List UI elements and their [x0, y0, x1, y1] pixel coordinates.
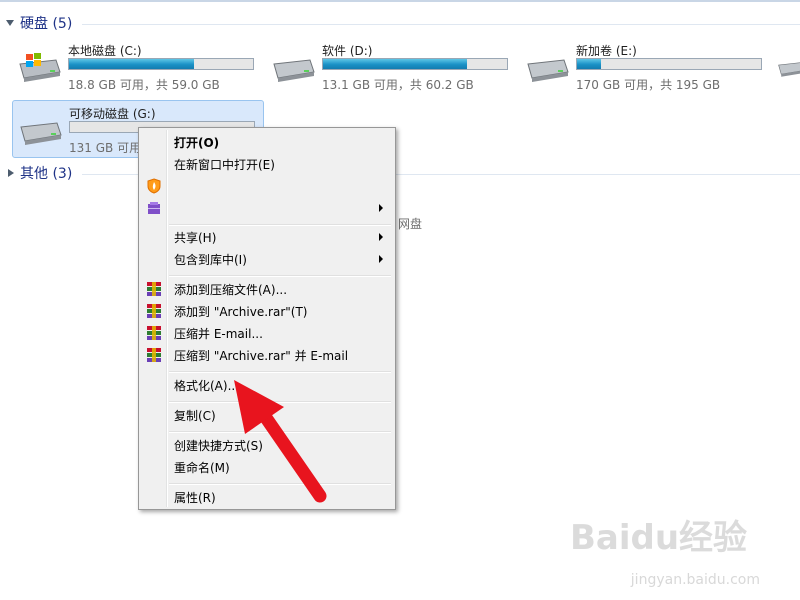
menu-separator [169, 275, 391, 277]
drive-free-space: 18.8 GB 可用，共 59.0 GB [68, 78, 220, 92]
group-divider [82, 24, 800, 25]
group-title: 其他 (3) [20, 166, 73, 182]
menu-item-format[interactable]: 格式化(A)... [141, 374, 393, 396]
windows-drive-icon [19, 53, 61, 82]
menu-item-label: 复制(C) [174, 409, 216, 423]
menu-item-add-archive[interactable]: 添加到压缩文件(A)... [141, 278, 393, 300]
menu-item-open-new-window[interactable]: 在新窗口中打开(E) [141, 153, 393, 175]
shield-flame-icon [147, 178, 161, 194]
menu-item-create-shortcut[interactable]: 创建快捷方式(S) [141, 434, 393, 456]
drive-usage-fill [69, 59, 195, 69]
drive-name: 本地磁盘 (C:) [68, 44, 142, 58]
menu-item-properties[interactable]: 属性(R) [141, 486, 393, 508]
drive-usage-fill [323, 59, 467, 69]
drive-usage-bar [68, 58, 254, 70]
group-header-disks[interactable]: 硬盘 (5) [6, 14, 72, 32]
drive-free-space: 131 GB 可用 [69, 141, 142, 155]
menu-item-compress-email[interactable]: 压缩并 E-mail... [141, 322, 393, 344]
menu-item-label: 添加到 "Archive.rar"(T) [174, 305, 308, 319]
menu-item-label: 添加到压缩文件(A)... [174, 283, 288, 297]
hard-drive-icon [273, 59, 315, 82]
menu-item-label: 打开(O) [174, 136, 220, 150]
menu-item-label: 属性(R) [174, 491, 216, 505]
menu-item-label: 共享(H) [174, 231, 217, 245]
winrar-icon [147, 282, 161, 296]
group-title: 硬盘 (5) [20, 16, 73, 32]
menu-item-label: 在新窗口中打开(E) [174, 158, 275, 172]
menu-item-rename[interactable]: 重命名(M) [141, 456, 393, 478]
winrar-purple-icon [148, 202, 160, 214]
drive-free-space: 13.1 GB 可用，共 60.2 GB [322, 78, 474, 92]
submenu-arrow-icon [379, 204, 383, 212]
baidu-watermark: Baidu经验 jingyan.baidu.com [570, 510, 770, 590]
drive-name: 软件 (D:) [322, 44, 373, 58]
context-menu: 打开(O) 在新窗口中打开(E) 共享(H) 包含到库中(I) 添加到压缩文件(… [138, 127, 396, 510]
drive-usage-bar [576, 58, 762, 70]
group-header-other[interactable]: 其他 (3) [6, 164, 72, 182]
menu-item-submenu-blank[interactable] [141, 197, 393, 219]
menu-item-open[interactable]: 打开(O) [141, 131, 393, 153]
drive-c[interactable]: 本地磁盘 (C:) 18.8 GB 可用，共 59.0 GB [12, 38, 262, 94]
hard-drive-icon [527, 59, 569, 82]
drive-name: 新加卷 (E:) [576, 44, 637, 58]
menu-item-copy[interactable]: 复制(C) [141, 404, 393, 426]
menu-separator [169, 431, 391, 433]
menu-separator [169, 401, 391, 403]
menu-item-label: 包含到库中(I) [174, 253, 247, 267]
menu-item-share[interactable]: 共享(H) [141, 226, 393, 248]
menu-item-add-archive-rar[interactable]: 添加到 "Archive.rar"(T) [141, 300, 393, 322]
expand-arrow-icon[interactable] [6, 20, 14, 26]
menu-item-compress-rar-email[interactable]: 压缩到 "Archive.rar" 并 E-mail [141, 344, 393, 366]
drive-name: 可移动磁盘 (G:) [69, 107, 156, 121]
winrar-icon [147, 304, 161, 318]
menu-item-label: 格式化(A)... [174, 379, 240, 393]
network-drive-label[interactable]: 网盘 [398, 215, 422, 232]
menu-item-label: 重命名(M) [174, 461, 230, 475]
menu-item-label: 创建快捷方式(S) [174, 439, 263, 453]
watermark-url: jingyan.baidu.com [630, 572, 760, 588]
watermark-logo: Baidu经验 [570, 518, 748, 558]
drive-d[interactable]: 软件 (D:) 13.1 GB 可用，共 60.2 GB [266, 38, 516, 94]
winrar-icon [147, 326, 161, 340]
menu-item-label: 压缩到 "Archive.rar" 并 E-mail [174, 349, 349, 363]
drive-usage-fill [577, 59, 601, 69]
submenu-arrow-icon [379, 255, 383, 263]
drive-e[interactable]: 新加卷 (E:) 170 GB 可用，共 195 GB [520, 38, 770, 94]
drive-usage-bar [322, 58, 508, 70]
submenu-arrow-icon [379, 233, 383, 241]
menu-separator [169, 483, 391, 485]
collapse-arrow-icon[interactable] [8, 169, 14, 177]
menu-item-include-library[interactable]: 包含到库中(I) [141, 248, 393, 270]
menu-item-label: 压缩并 E-mail... [174, 327, 263, 341]
menu-item-shield[interactable] [141, 175, 393, 197]
winrar-icon [147, 348, 161, 362]
removable-drive-icon [20, 122, 62, 145]
menu-separator [169, 371, 391, 373]
hard-drive-icon[interactable] [776, 52, 800, 82]
drive-free-space: 170 GB 可用，共 195 GB [576, 78, 721, 92]
top-border [0, 0, 800, 2]
